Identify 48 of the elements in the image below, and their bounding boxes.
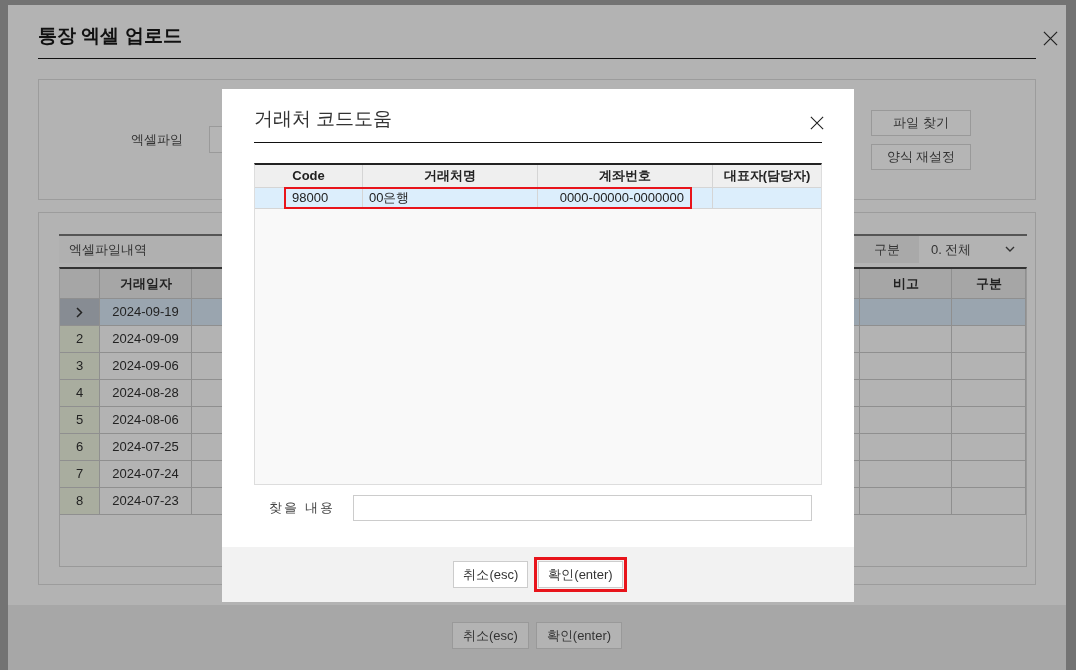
row-header[interactable]: 4 <box>60 380 100 406</box>
column-header: Code <box>255 165 363 187</box>
close-icon[interactable] <box>1043 31 1058 46</box>
field-label: 엑셀파일 <box>131 130 181 149</box>
table-cell: 2024-09-09 <box>100 326 192 352</box>
filter-select[interactable]: 0. 전체 <box>919 236 1027 263</box>
dialog-button[interactable]: 취소(esc) <box>453 561 529 588</box>
row-header[interactable] <box>60 299 100 325</box>
table-cell: 2024-08-28 <box>100 380 192 406</box>
panel-button[interactable]: 파일 찾기 <box>871 109 971 136</box>
row-header[interactable]: 2 <box>60 326 100 352</box>
column-header: 구분 <box>952 269 1026 298</box>
column-header: 대표자(담당자) <box>722 167 812 186</box>
row-header[interactable]: 8 <box>60 488 100 514</box>
footer-button[interactable]: 취소(esc) <box>451 622 529 649</box>
search-field[interactable] <box>353 495 812 521</box>
column-header: 거래일자 <box>100 269 192 298</box>
table-cell: 2024-08-06 <box>100 407 192 433</box>
table-cell: 2024-07-24 <box>100 461 192 487</box>
filter-label: 구분 <box>855 236 919 263</box>
row-number: 5 <box>75 411 84 430</box>
dialog-title: 통장 엑셀 업로드 <box>38 23 182 48</box>
panel-button[interactable]: 양식 재설정 <box>871 143 971 170</box>
table-cell: 2024-09-19 <box>100 299 192 325</box>
row-header[interactable]: 7 <box>60 461 100 487</box>
search-label: 찾을 내용 <box>268 499 336 518</box>
row-header[interactable]: 3 <box>60 353 100 379</box>
chevron-down-icon <box>1005 246 1015 253</box>
table-row[interactable]: 98000 00은행 0000-00000-0000000 <box>255 188 821 209</box>
row-header[interactable]: 5 <box>60 407 100 433</box>
footer-button[interactable]: 확인(enter) <box>535 622 623 649</box>
popup-title: 거래처 코드도움 <box>254 106 393 131</box>
row-number: 7 <box>75 465 84 484</box>
row-number: 4 <box>75 384 84 403</box>
table-cell: 2024-09-06 <box>100 353 192 379</box>
table-cell: 2024-07-23 <box>100 488 192 514</box>
column-header: 거래처명 <box>363 165 538 187</box>
dialog-button[interactable]: 확인(enter) <box>538 561 623 588</box>
column-header: 비고 <box>860 269 952 298</box>
row-number: 8 <box>75 492 84 511</box>
table-cell: 2024-07-25 <box>100 434 192 460</box>
chevron-right-icon <box>76 306 83 318</box>
close-icon[interactable] <box>810 116 824 130</box>
row-number: 3 <box>75 357 84 376</box>
row-number: 2 <box>75 330 84 349</box>
column-header: 계좌번호 <box>538 165 713 187</box>
row-header[interactable]: 6 <box>60 434 100 460</box>
row-number: 6 <box>75 438 84 457</box>
